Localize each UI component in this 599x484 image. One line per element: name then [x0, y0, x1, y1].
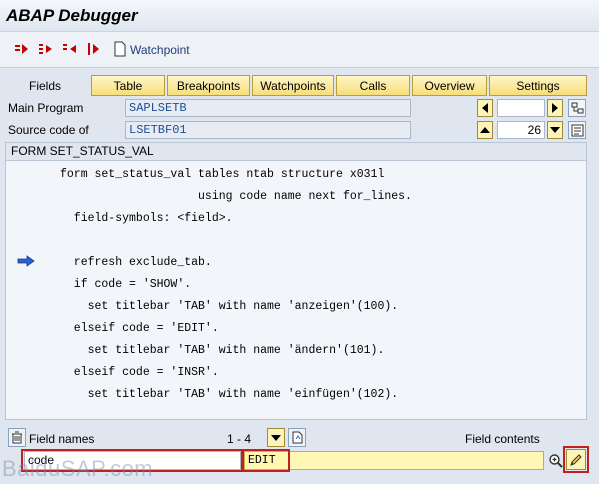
watchpoint-button[interactable]: Watchpoint: [130, 43, 190, 57]
execute-icon[interactable]: [38, 42, 54, 56]
document-icon: [292, 431, 303, 444]
trash-icon: [12, 431, 22, 444]
copy-button[interactable]: [288, 428, 306, 447]
window-title: ABAP Debugger: [6, 6, 138, 25]
source-code-label: Source code of: [8, 123, 89, 137]
tab-fields[interactable]: Fields: [29, 79, 61, 93]
page-field[interactable]: [497, 99, 545, 117]
code-line[interactable]: using code name next for_lines.: [60, 190, 412, 203]
tab-table[interactable]: Table: [91, 75, 165, 96]
tab-watchpoints[interactable]: Watchpoints: [252, 75, 334, 96]
continue-icon[interactable]: [86, 42, 102, 56]
line-number-field[interactable]: 26: [497, 121, 545, 139]
code-line[interactable]: set titlebar 'TAB' with name 'anzeigen'(…: [60, 300, 399, 313]
field-name-input[interactable]: code: [24, 451, 241, 470]
tab-overview[interactable]: Overview: [412, 75, 487, 96]
main-program-field: SAPLSETB: [125, 99, 411, 117]
code-line[interactable]: if code = 'SHOW'.: [60, 278, 191, 291]
source-code-field: LSETBF01: [125, 121, 411, 139]
field-names-label: Field names: [29, 432, 95, 446]
tab-calls[interactable]: Calls: [336, 75, 410, 96]
code-line[interactable]: elseif code = 'EDIT'.: [60, 322, 219, 335]
arrow-down-icon: [550, 127, 560, 133]
single-step-icon[interactable]: [14, 42, 30, 56]
return-icon[interactable]: [62, 42, 78, 56]
arrow-up-icon: [480, 127, 490, 133]
delete-fields-button[interactable]: [8, 428, 26, 447]
previous-button[interactable]: [477, 99, 493, 117]
watchpoint-icon[interactable]: [112, 41, 128, 57]
scroll-down-button[interactable]: [547, 121, 563, 139]
field-range-text: 1 - 4: [227, 432, 252, 446]
field-content-input[interactable]: EDIT: [244, 451, 544, 470]
arrow-right-icon: [552, 103, 558, 113]
main-program-label: Main Program: [8, 101, 84, 115]
hierarchy-icon: [571, 102, 583, 113]
arrow-left-icon: [482, 103, 488, 113]
current-line-arrow-icon: [17, 255, 35, 270]
pencil-icon: [570, 453, 582, 466]
code-line[interactable]: field-symbols: <field>.: [60, 212, 233, 225]
code-header: FORM SET_STATUS_VAL: [6, 143, 586, 161]
code-line[interactable]: form set_status_val tables ntab structur…: [60, 168, 384, 181]
next-button[interactable]: [547, 99, 563, 117]
field-contents-label: Field contents: [465, 432, 540, 446]
arrow-down-icon: [271, 434, 281, 441]
display-source-button[interactable]: [568, 121, 586, 139]
tab-row: Fields Table Breakpoints Watchpoints Cal…: [0, 75, 599, 97]
code-line-current[interactable]: refresh exclude_tab.: [60, 256, 212, 269]
source-code-panel: FORM SET_STATUS_VAL form set_status_val …: [5, 142, 587, 420]
magnifier-plus-icon: [549, 453, 563, 468]
tab-settings[interactable]: Settings: [489, 75, 587, 96]
code-line[interactable]: elseif code = 'INSR'.: [60, 366, 219, 379]
code-line[interactable]: set titlebar 'TAB' with name 'einfügen'(…: [60, 388, 399, 401]
source-icon: [571, 124, 583, 136]
hierarchy-button[interactable]: [568, 99, 586, 117]
change-value-button[interactable]: [566, 449, 586, 470]
tab-breakpoints[interactable]: Breakpoints: [167, 75, 250, 96]
field-scroll-down-button[interactable]: [267, 428, 285, 447]
debugger-toolbar: Watchpoint: [0, 32, 599, 68]
title-bar: ABAP Debugger: [0, 0, 599, 32]
scroll-up-button[interactable]: [477, 121, 493, 139]
zoom-button[interactable]: [547, 451, 565, 470]
code-line[interactable]: set titlebar 'TAB' with name 'ändern'(10…: [60, 344, 385, 357]
